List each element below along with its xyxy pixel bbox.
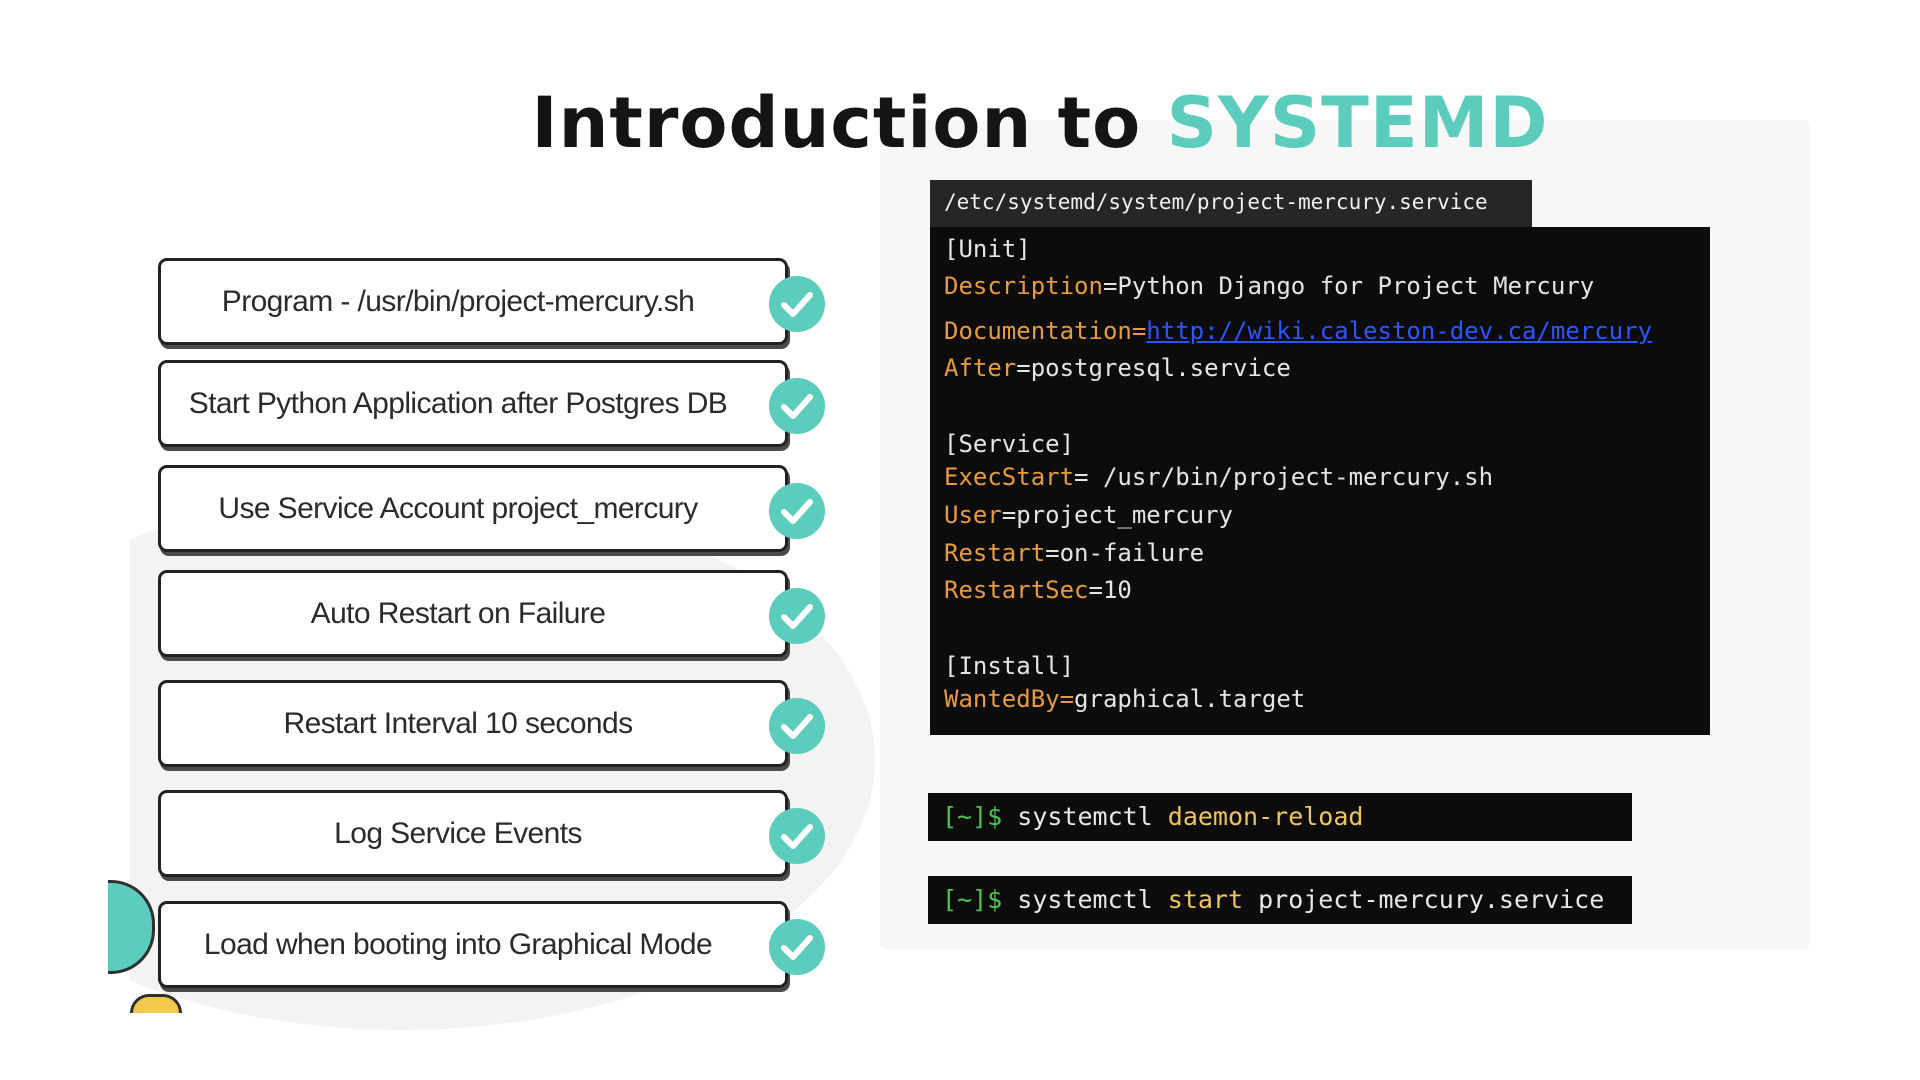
service-section-header: [Service]: [944, 430, 1075, 458]
execstart-value: = /usr/bin/project-mercury.sh: [1074, 463, 1494, 491]
after-value: =postgresql.service: [1016, 354, 1291, 382]
after-line: After=postgresql.service: [944, 354, 1291, 382]
unit-file-code-panel: [Unit] Description=Python Django for Pro…: [930, 227, 1710, 735]
user-key: User: [944, 501, 1002, 529]
requirement-item: Load when booting into Graphical Mode: [158, 901, 825, 988]
restartsec-line: RestartSec=10: [944, 576, 1132, 604]
command-arg: start: [1167, 885, 1244, 914]
requirement-item: Auto Restart on Failure: [158, 570, 825, 657]
title-accent: SYSTEMD: [1166, 82, 1549, 164]
shell-prompt: [~]$: [942, 802, 1018, 831]
yellow-decoration: [130, 994, 182, 1013]
user-line: User=project_mercury: [944, 501, 1233, 529]
wantedby-value: graphical.target: [1074, 685, 1306, 713]
execstart-key: ExecStart: [944, 463, 1075, 491]
requirement-item: Use Service Account project_mercury: [158, 465, 825, 552]
description-key: Description: [944, 272, 1103, 300]
restart-value: =on-failure: [1045, 539, 1205, 567]
check-circle-icon: [769, 919, 825, 975]
command-rest: project-mercury.service: [1243, 885, 1605, 914]
after-key: After: [944, 354, 1017, 382]
requirement-item: Log Service Events: [158, 790, 825, 877]
check-circle-icon: [769, 483, 825, 539]
restartsec-key: RestartSec: [944, 576, 1089, 604]
unit-file-path-tab[interactable]: /etc/systemd/system/project-mercury.serv…: [930, 180, 1532, 228]
documentation-key: Documentation=: [944, 317, 1147, 345]
restartsec-value: =10: [1088, 576, 1132, 604]
description-line: Description=Python Django for Project Me…: [944, 272, 1594, 300]
check-circle-icon: [769, 808, 825, 864]
requirement-label: Use Service Account project_mercury: [218, 491, 698, 525]
requirement-label: Log Service Events: [334, 816, 582, 850]
wantedby-line: WantedBy=graphical.target: [944, 685, 1305, 713]
requirement-label: Start Python Application after Postgres …: [188, 386, 728, 420]
slide-title: Introduction to SYSTEMD: [0, 82, 1920, 164]
execstart-line: ExecStart= /usr/bin/project-mercury.sh: [944, 463, 1493, 491]
requirement-item: Start Python Application after Postgres …: [158, 360, 825, 447]
shell-prompt: [~]$: [942, 885, 1018, 914]
requirement-label: Load when booting into Graphical Mode: [203, 927, 713, 961]
requirement-label: Restart Interval 10 seconds: [283, 706, 634, 740]
check-circle-icon: [769, 698, 825, 754]
restart-line: Restart=on-failure: [944, 539, 1204, 567]
user-value: =project_mercury: [1001, 501, 1233, 529]
documentation-line: Documentation=http://wiki.caleston-dev.c…: [944, 317, 1652, 345]
requirement-item: Restart Interval 10 seconds: [158, 680, 825, 767]
daemon-reload-command[interactable]: [~]$ systemctl daemon-reload: [928, 793, 1632, 841]
requirement-label: Program - /usr/bin/project-mercury.sh: [221, 284, 695, 318]
command-name: systemctl: [1017, 885, 1168, 914]
command-name: systemctl: [1017, 802, 1168, 831]
command-arg: daemon-reload: [1167, 802, 1364, 831]
description-value: =Python Django for Project Mercury: [1102, 272, 1595, 300]
title-main: Introduction to: [531, 82, 1142, 164]
start-service-command[interactable]: [~]$ systemctl start project-mercury.ser…: [928, 876, 1632, 924]
documentation-link[interactable]: http://wiki.caleston-dev.ca/mercury: [1146, 317, 1652, 345]
requirement-item: Program - /usr/bin/project-mercury.sh: [158, 258, 825, 345]
check-circle-icon: [769, 276, 825, 332]
restart-key: Restart: [944, 539, 1046, 567]
unit-section-header: [Unit]: [944, 235, 1031, 263]
check-circle-icon: [769, 588, 825, 644]
check-circle-icon: [769, 378, 825, 434]
wantedby-key: WantedBy=: [944, 685, 1075, 713]
requirement-label: Auto Restart on Failure: [310, 596, 606, 630]
install-section-header: [Install]: [944, 652, 1075, 680]
